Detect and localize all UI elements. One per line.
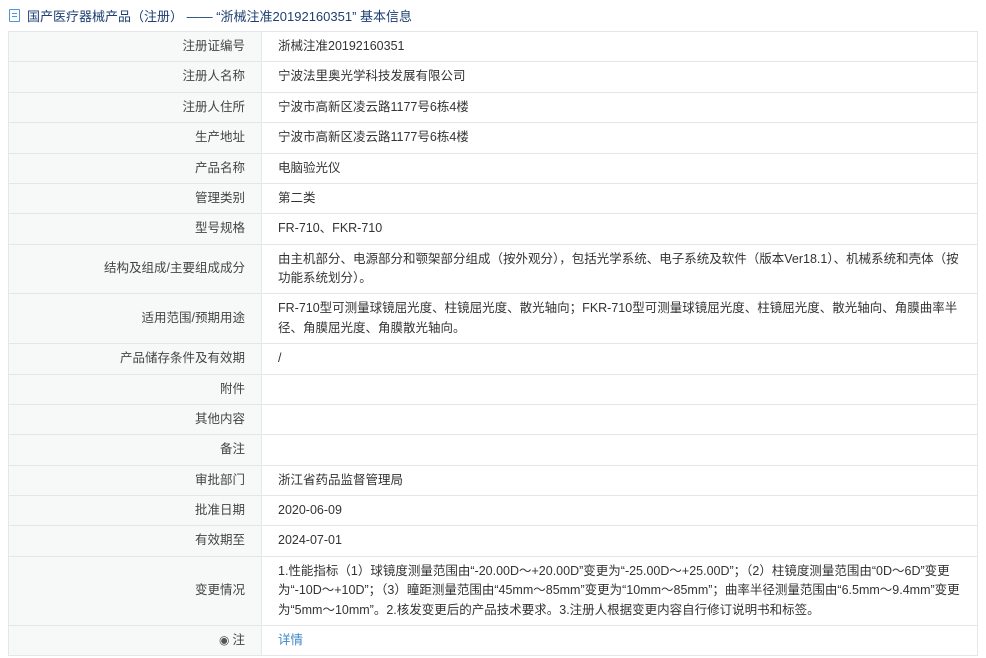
table-row: 变更情况 1.性能指标（1）球镜度测量范围由“-20.00D～+20.00D”变…: [9, 556, 978, 625]
row-label: 其他内容: [9, 404, 262, 434]
info-table-body: 注册证编号 浙械注准20192160351 注册人名称 宁波法里奥光学科技发展有…: [9, 32, 978, 656]
row-value: 浙械注准20192160351: [262, 32, 978, 62]
row-value: 详情: [262, 625, 978, 655]
row-label: 批准日期: [9, 496, 262, 526]
row-label: 适用范围/预期用途: [9, 294, 262, 344]
table-row: 有效期至 2024-07-01: [9, 526, 978, 556]
row-value: 1.性能指标（1）球镜度测量范围由“-20.00D～+20.00D”变更为“-2…: [262, 556, 978, 625]
row-label: 备注: [9, 435, 262, 465]
row-value: 浙江省药品监督管理局: [262, 465, 978, 495]
row-value: [262, 374, 978, 404]
page-header: 国产医疗器械产品（注册） —— “浙械注准20192160351” 基本信息: [0, 0, 986, 31]
row-label: 有效期至: [9, 526, 262, 556]
registration-info-table: 注册证编号 浙械注准20192160351 注册人名称 宁波法里奥光学科技发展有…: [8, 31, 978, 656]
detail-link[interactable]: 详情: [278, 633, 303, 647]
row-label: 产品名称: [9, 153, 262, 183]
registration-info-page: 国产医疗器械产品（注册） —— “浙械注准20192160351” 基本信息 注…: [0, 0, 986, 658]
row-label: 注册证编号: [9, 32, 262, 62]
row-value: 由主机部分、电源部分和颚架部分组成（按外观分），包括光学系统、电子系统及软件（版…: [262, 244, 978, 294]
table-row: 产品储存条件及有效期 /: [9, 344, 978, 374]
row-label: 审批部门: [9, 465, 262, 495]
note-icon: ◉: [219, 633, 229, 647]
row-value: 2024-07-01: [262, 526, 978, 556]
table-row: 生产地址 宁波市高新区凌云路1177号6栋4楼: [9, 123, 978, 153]
table-row: 管理类别 第二类: [9, 183, 978, 213]
row-label: 管理类别: [9, 183, 262, 213]
table-row: 备注: [9, 435, 978, 465]
table-row: 结构及组成/主要组成成分 由主机部分、电源部分和颚架部分组成（按外观分），包括光…: [9, 244, 978, 294]
page-title: 国产医疗器械产品（注册） —— “浙械注准20192160351” 基本信息: [27, 6, 412, 25]
row-value: [262, 404, 978, 434]
row-label: 注册人名称: [9, 62, 262, 92]
row-value: FR-710型可测量球镜屈光度、柱镜屈光度、散光轴向；FKR-710型可测量球镜…: [262, 294, 978, 344]
row-value: 宁波法里奥光学科技发展有限公司: [262, 62, 978, 92]
table-row: ◉注 详情: [9, 625, 978, 655]
row-label: 变更情况: [9, 556, 262, 625]
row-label: 产品储存条件及有效期: [9, 344, 262, 374]
row-value: /: [262, 344, 978, 374]
table-row: 型号规格 FR-710、FKR-710: [9, 214, 978, 244]
row-label: 结构及组成/主要组成成分: [9, 244, 262, 294]
document-icon: [9, 9, 20, 22]
row-value: FR-710、FKR-710: [262, 214, 978, 244]
row-label: 型号规格: [9, 214, 262, 244]
table-row: 其他内容: [9, 404, 978, 434]
table-row: 注册人住所 宁波市高新区凌云路1177号6栋4楼: [9, 92, 978, 122]
row-label: 附件: [9, 374, 262, 404]
table-row: 适用范围/预期用途 FR-710型可测量球镜屈光度、柱镜屈光度、散光轴向；FKR…: [9, 294, 978, 344]
table-row: 批准日期 2020-06-09: [9, 496, 978, 526]
row-label: 生产地址: [9, 123, 262, 153]
table-row: 注册证编号 浙械注准20192160351: [9, 32, 978, 62]
row-value: 电脑验光仪: [262, 153, 978, 183]
row-label: 注册人住所: [9, 92, 262, 122]
row-value: 宁波市高新区凌云路1177号6栋4楼: [262, 123, 978, 153]
row-value: 第二类: [262, 183, 978, 213]
row-value: 2020-06-09: [262, 496, 978, 526]
table-row: 注册人名称 宁波法里奥光学科技发展有限公司: [9, 62, 978, 92]
row-value: [262, 435, 978, 465]
row-value: 宁波市高新区凌云路1177号6栋4楼: [262, 92, 978, 122]
table-row: 审批部门 浙江省药品监督管理局: [9, 465, 978, 495]
table-row: 产品名称 电脑验光仪: [9, 153, 978, 183]
table-row: 附件: [9, 374, 978, 404]
row-label: ◉注: [9, 625, 262, 655]
